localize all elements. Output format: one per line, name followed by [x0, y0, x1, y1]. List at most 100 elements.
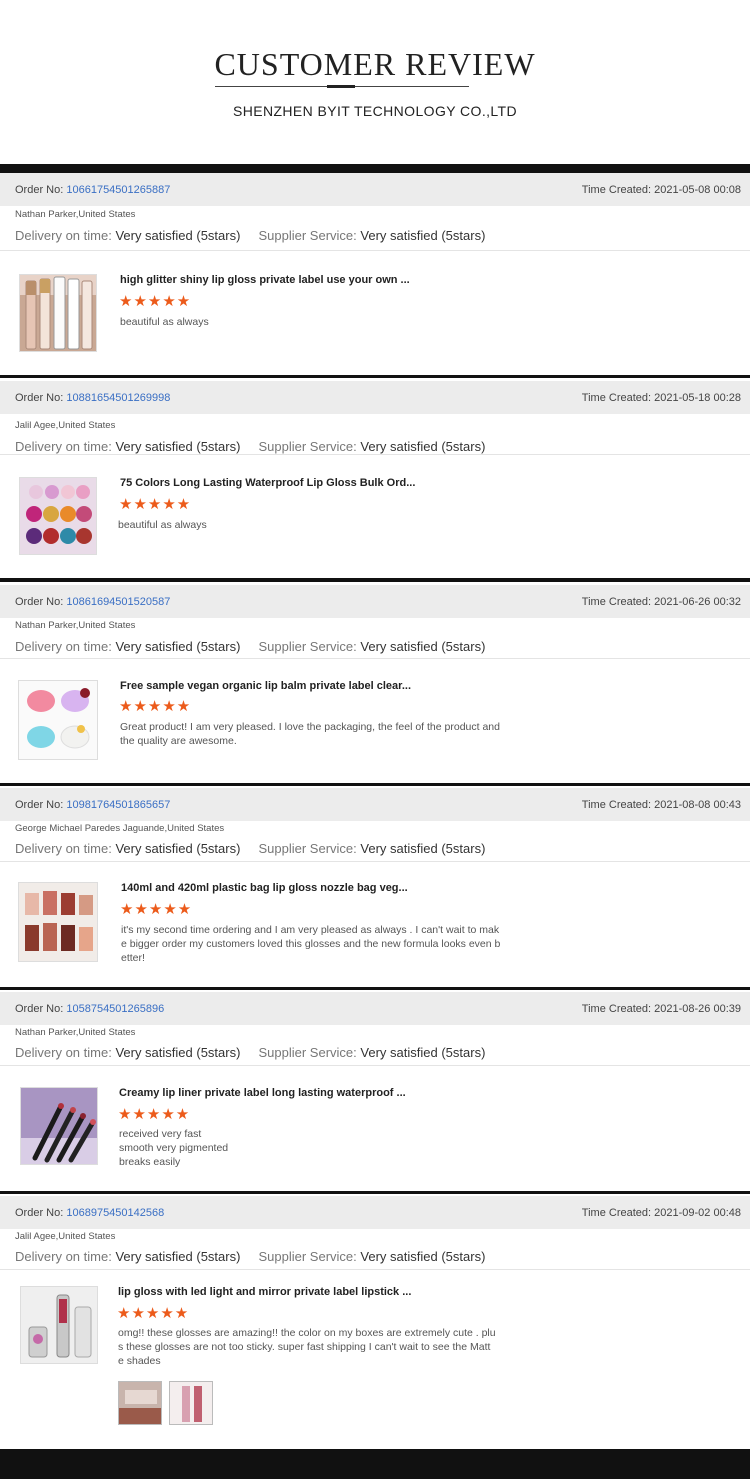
page-title: CUSTOMER REVIEW: [214, 46, 536, 82]
five-star-rating: ★★★★★: [119, 293, 192, 310]
order-no-label: Order No:: [15, 1207, 64, 1219]
product-thumbnail[interactable]: [18, 882, 98, 962]
time-created-value: 2021-08-26 00:39: [654, 1003, 741, 1015]
time-created-label: Time Created:: [581, 799, 652, 811]
delivery-value: Very satisfied (5stars): [115, 841, 241, 856]
supplier-label: Supplier Service:: [258, 1249, 357, 1264]
product-thumbnail[interactable]: [20, 1286, 98, 1364]
time-created-value: 2021-08-08 00:43: [654, 799, 741, 811]
order-no-label: Order No:: [15, 392, 64, 404]
delivery-label: Delivery on time:: [15, 228, 112, 243]
product-thumbnail[interactable]: [18, 680, 98, 760]
supplier-value: Very satisfied (5stars): [360, 439, 486, 454]
delivery-value: Very satisfied (5stars): [115, 639, 241, 654]
review-card: Order No: 10861694501520587 Time Created…: [0, 578, 750, 783]
order-number-link[interactable]: 10981764501865657: [66, 799, 170, 811]
order-row: Order No: 1068975450142568 Time Created:…: [0, 1196, 750, 1229]
supplier-value: Very satisfied (5stars): [360, 639, 486, 654]
product-name-link[interactable]: lip gloss with led light and mirror priv…: [118, 1286, 411, 1298]
time-created-label: Time Created:: [581, 1003, 652, 1015]
buyer-name: Nathan Parker,United States: [15, 620, 136, 631]
product-name-link[interactable]: Free sample vegan organic lip balm priva…: [120, 680, 411, 692]
product-name-link[interactable]: 75 Colors Long Lasting Waterproof Lip Gl…: [120, 477, 415, 489]
delivery-value: Very satisfied (5stars): [115, 228, 241, 243]
buyer-name: Nathan Parker,United States: [15, 209, 136, 220]
supplier-value: Very satisfied (5stars): [360, 1249, 486, 1264]
order-number-link[interactable]: 10661754501265887: [66, 184, 170, 196]
rating-line: Delivery on time: Very satisfied (5stars…: [15, 439, 485, 454]
product-thumbnail[interactable]: [19, 274, 97, 352]
review-comment: beautiful as always: [120, 316, 209, 328]
led-lip-gloss-image: [21, 1287, 97, 1363]
review-card: Order No: 1058754501265896 Time Created:…: [0, 987, 750, 1191]
lip-balm-image: [19, 681, 97, 759]
section-band: [0, 1191, 750, 1194]
time-created-value: 2021-05-18 00:28: [654, 392, 741, 404]
buyer-name: Jalil Agee,United States: [15, 420, 116, 431]
section-band: [0, 1449, 750, 1479]
delivery-label: Delivery on time:: [15, 439, 112, 454]
order-number-link[interactable]: 10881654501269998: [66, 392, 170, 404]
supplier-value: Very satisfied (5stars): [360, 1045, 486, 1060]
supplier-label: Supplier Service:: [258, 439, 357, 454]
review-photo-image: [170, 1382, 212, 1424]
time-created-value: 2021-06-26 00:32: [654, 596, 741, 608]
divider: [0, 658, 750, 659]
product-name-link[interactable]: high glitter shiny lip gloss private lab…: [120, 274, 410, 286]
order-row: Order No: 10661754501265887 Time Created…: [0, 173, 750, 206]
review-card: Order No: 10881654501269998 Time Created…: [0, 375, 750, 578]
rating-line: Delivery on time: Very satisfied (5stars…: [15, 228, 485, 243]
company-name: SHENZHEN BYIT TECHNOLOGY CO.,LTD: [232, 103, 518, 119]
delivery-label: Delivery on time:: [15, 841, 112, 856]
product-thumbnail[interactable]: [20, 1087, 98, 1165]
supplier-value: Very satisfied (5stars): [360, 228, 486, 243]
review-card: Order No: 10981764501865657 Time Created…: [0, 783, 750, 987]
divider: [0, 861, 750, 862]
order-number-link[interactable]: 1058754501265896: [66, 1003, 164, 1015]
lip-liner-image: [21, 1088, 97, 1164]
review-photo-thumbnail[interactable]: [169, 1381, 213, 1425]
five-star-rating: ★★★★★: [118, 1106, 191, 1123]
five-star-rating: ★★★★★: [117, 1305, 190, 1322]
buyer-name: Jalil Agee,United States: [15, 1231, 116, 1242]
divider: [0, 250, 750, 251]
order-no-label: Order No:: [15, 184, 64, 196]
product-name-link[interactable]: Creamy lip liner private label long last…: [119, 1087, 406, 1099]
section-band: [0, 783, 750, 786]
product-thumbnail[interactable]: [19, 477, 97, 555]
order-number-link[interactable]: 1068975450142568: [66, 1207, 164, 1219]
review-photo-thumbnail[interactable]: [118, 1381, 162, 1425]
delivery-label: Delivery on time:: [15, 1249, 112, 1264]
rating-line: Delivery on time: Very satisfied (5stars…: [15, 1045, 485, 1060]
section-band: [0, 164, 750, 173]
delivery-value: Very satisfied (5stars): [115, 1249, 241, 1264]
order-no-label: Order No:: [15, 596, 64, 608]
product-name-link[interactable]: 140ml and 420ml plastic bag lip gloss no…: [121, 882, 408, 894]
nozzle-bags-image: [19, 883, 97, 961]
section-band: [0, 375, 750, 378]
time-created-value: 2021-09-02 00:48: [654, 1207, 741, 1219]
section-band: [0, 578, 750, 582]
lip-gloss-colors-image: [20, 478, 96, 554]
review-comment: received very fast smooth very pigmented…: [119, 1128, 229, 1168]
order-number-link[interactable]: 10861694501520587: [66, 596, 170, 608]
order-no-label: Order No:: [15, 799, 64, 811]
review-comment: Great product! I am very pleased. I love…: [120, 721, 500, 747]
lip-gloss-tubes-image: [20, 275, 96, 351]
rating-line: Delivery on time: Very satisfied (5stars…: [15, 1249, 485, 1264]
time-created-label: Time Created:: [581, 596, 652, 608]
delivery-value: Very satisfied (5stars): [115, 1045, 241, 1060]
order-row: Order No: 1058754501265896 Time Created:…: [0, 992, 750, 1025]
five-star-rating: ★★★★★: [120, 901, 193, 918]
order-no-label: Order No:: [15, 1003, 64, 1015]
delivery-label: Delivery on time:: [15, 1045, 112, 1060]
time-created-label: Time Created:: [581, 184, 652, 196]
review-card: Order No: 1068975450142568 Time Created:…: [0, 1191, 750, 1479]
buyer-name: George Michael Paredes Jaguande,United S…: [15, 823, 225, 834]
supplier-label: Supplier Service:: [258, 1045, 357, 1060]
page-header: CUSTOMER REVIEW SHENZHEN BYIT TECHNOLOGY…: [0, 0, 750, 164]
five-star-rating: ★★★★★: [119, 698, 192, 715]
rating-line: Delivery on time: Very satisfied (5stars…: [15, 841, 485, 856]
time-created-label: Time Created:: [581, 1207, 652, 1219]
review-comment: omg!! these glosses are amazing!! the co…: [118, 1327, 496, 1367]
